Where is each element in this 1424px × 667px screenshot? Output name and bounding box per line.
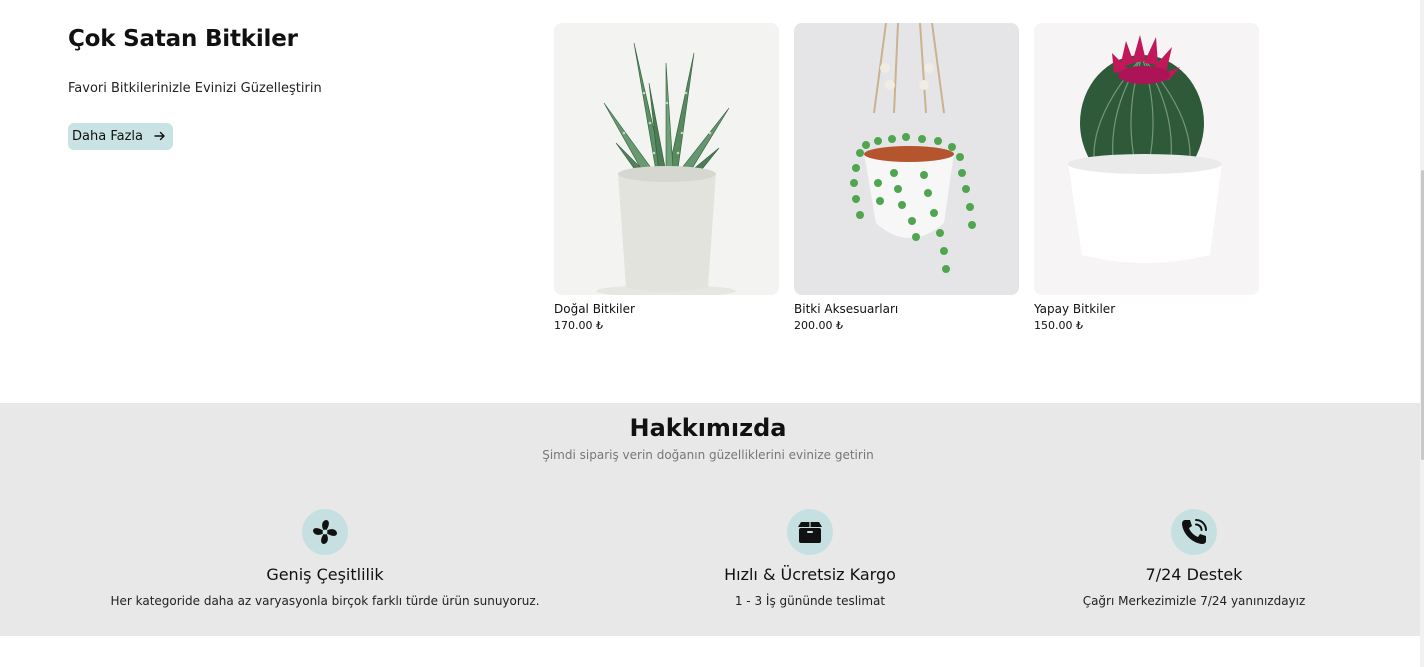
product-price: 170.00 ₺ bbox=[554, 319, 603, 332]
hanging-planter-image[interactable] bbox=[794, 23, 1019, 295]
feature-description: Çağrı Merkezimizle 7/24 yanınızdayız bbox=[1082, 594, 1306, 608]
box-icon bbox=[787, 509, 833, 555]
fan-icon bbox=[302, 509, 348, 555]
product-name[interactable]: Doğal Bitkiler bbox=[554, 302, 779, 316]
product-card[interactable]: Doğal Bitkiler 170.00 ₺ bbox=[554, 23, 779, 332]
about-section: Hakkımızda Şimdi sipariş verin doğanın g… bbox=[0, 403, 1420, 636]
phone-call-icon bbox=[1171, 509, 1217, 555]
product-price: 150.00 ₺ bbox=[1034, 319, 1083, 332]
about-subtitle: Şimdi sipariş verin doğanın güzellikleri… bbox=[542, 448, 874, 462]
feature-title: 7/24 Destek bbox=[1145, 565, 1243, 584]
section-subtitle: Favori Bitkilerinizle Evinizi Güzelleşti… bbox=[68, 81, 322, 96]
feature-variety: Geniş Çeşitlilik Her kategoride daha az … bbox=[85, 509, 565, 608]
product-price: 200.00 ₺ bbox=[794, 319, 843, 332]
product-card[interactable]: Bitki Aksesuarları 200.00 ₺ bbox=[794, 23, 1019, 332]
feature-title: Geniş Çeşitlilik bbox=[266, 565, 384, 584]
product-name[interactable]: Yapay Bitkiler bbox=[1034, 302, 1259, 316]
product-card[interactable]: Yapay Bitkiler 150.00 ₺ bbox=[1034, 23, 1259, 332]
more-button-label: Daha Fazla bbox=[72, 129, 143, 144]
feature-support: 7/24 Destek Çağrı Merkezimizle 7/24 yanı… bbox=[954, 509, 1424, 608]
aloe-plant-image[interactable] bbox=[554, 23, 779, 295]
more-button[interactable]: Daha Fazla bbox=[68, 123, 173, 150]
arrow-right-icon bbox=[154, 131, 165, 141]
product-name[interactable]: Bitki Aksesuarları bbox=[794, 302, 1019, 316]
feature-description: Her kategoride daha az varyasyonla birço… bbox=[110, 594, 540, 608]
about-title: Hakkımızda bbox=[629, 414, 787, 442]
section-title: Çok Satan Bitkiler bbox=[68, 26, 298, 52]
cactus-image[interactable] bbox=[1034, 23, 1259, 295]
